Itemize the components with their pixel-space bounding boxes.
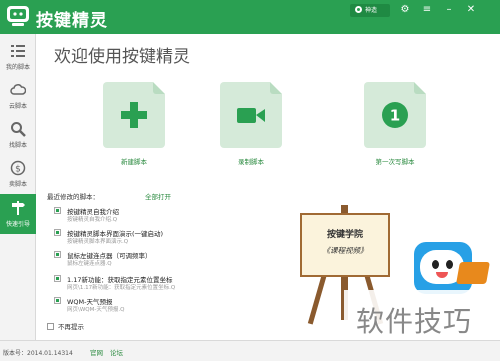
easel-board: 按键学院 《课程视频》 (300, 213, 390, 277)
sidebar-item-sell-scripts[interactable]: $ 卖脚本 (0, 154, 36, 194)
svg-text:1: 1 (390, 107, 400, 125)
app-title: 按键精灵 (36, 11, 108, 31)
no-show-again-label: 不再提示 (58, 323, 84, 331)
script-path: 按键精灵自我介绍.Q (67, 217, 118, 223)
sidebar-item-my-scripts[interactable]: 我的脚本 (0, 37, 36, 77)
record-script-button[interactable]: 录制脚本 (210, 82, 290, 166)
list-item[interactable]: 按键精灵自我介绍 按键精灵自我介绍.Q (50, 204, 270, 224)
script-file-icon (54, 251, 61, 258)
record-script-tile (220, 82, 282, 148)
script-path: 网页\1.17新功能：获取指定元素位置坐标.Q (67, 285, 176, 291)
book-icon (456, 262, 490, 284)
checkbox-box (47, 323, 54, 330)
list-item[interactable]: 鼠标左键连点器（可调频率） 鼠标左键连点器.Q (50, 248, 270, 268)
status-bar: 版本号：2014.01.14314 官网 论坛 (0, 340, 500, 361)
script-file-icon (54, 207, 61, 214)
no-show-again-checkbox[interactable]: 不再提示 (47, 321, 84, 331)
search-icon (11, 122, 26, 137)
script-file-icon (54, 275, 61, 282)
new-script-label: 新建脚本 (121, 158, 147, 166)
video-camera-icon (237, 108, 265, 123)
number-one-icon: 1 (382, 102, 408, 128)
sidebar-item-label: 云脚本 (8, 103, 27, 110)
user-status-icon (355, 6, 362, 13)
script-path: 网页\WQM-天气预报.Q (67, 307, 125, 313)
sidebar-item-label: 快速引导 (5, 221, 30, 228)
sidebar-item-quick-guide[interactable]: 快速引导 (0, 194, 36, 234)
settings-gear-icon[interactable]: ⚙ (398, 3, 412, 17)
sidebar-item-label: 找脚本 (8, 142, 27, 149)
minimize-icon[interactable]: – (442, 3, 456, 17)
first-script-label: 第一次写脚本 (375, 158, 415, 166)
new-script-tile (103, 82, 165, 148)
version-text: 版本号：2014.01.14314 (3, 350, 73, 357)
user-name: 神造 (365, 7, 378, 14)
recent-scripts-heading: 最近修改的脚本： (47, 193, 99, 201)
close-icon[interactable]: ✕ (464, 3, 478, 17)
menu-icon[interactable]: ≡ (420, 3, 434, 17)
script-file-icon (54, 297, 61, 304)
list-item[interactable]: 1.17新功能：获取指定元素位置坐标 网页\1.17新功能：获取指定元素位置坐标… (50, 272, 270, 292)
script-path: 鼠标左键连点器.Q (67, 261, 112, 267)
first-script-tile: 1 (364, 82, 426, 148)
signpost-icon (12, 201, 25, 215)
first-script-button[interactable]: 1 第一次写脚本 (354, 82, 434, 166)
watermark-text: 软件技巧 (356, 305, 473, 338)
new-script-button[interactable]: 新建脚本 (93, 82, 173, 166)
script-file-icon (54, 229, 61, 236)
title-bar: 按键精灵 神造 ⚙ ≡ – ✕ (0, 0, 500, 34)
cloud-icon (10, 84, 26, 95)
app-logo-icon (7, 6, 29, 26)
sidebar-item-cloud-scripts[interactable]: 云脚本 (0, 76, 36, 116)
list-item[interactable]: WQM-天气预报 网页\WQM-天气预报.Q (50, 294, 270, 314)
sidebar-item-label: 我的脚本 (5, 64, 30, 71)
sidebar: 我的脚本 云脚本 找脚本 $ 卖脚本 快速引导 (0, 34, 36, 340)
dollar-icon: $ (10, 160, 26, 176)
official-site-link[interactable]: 官网 (90, 347, 103, 357)
script-path: 按键精灵脚本界面演示.Q (67, 239, 129, 245)
sidebar-item-label: 卖脚本 (8, 181, 27, 188)
list-icon (11, 45, 25, 57)
user-account-button[interactable]: 神造 (350, 4, 390, 17)
record-script-label: 录制脚本 (238, 158, 264, 166)
open-all-link[interactable]: 全部打开 (145, 191, 171, 201)
list-item[interactable]: 按键精灵脚本界面演示(一键启动) 按键精灵脚本界面演示.Q (50, 226, 270, 246)
forum-link[interactable]: 论坛 (110, 347, 123, 357)
promo-title: 按键学院 (326, 230, 363, 240)
promo-subtitle: 《课程视频》 (322, 246, 368, 255)
welcome-heading: 欢迎使用按键精灵 (54, 47, 190, 67)
sidebar-item-find-scripts[interactable]: 找脚本 (0, 115, 36, 155)
svg-text:$: $ (15, 165, 21, 175)
plus-icon (121, 102, 147, 128)
